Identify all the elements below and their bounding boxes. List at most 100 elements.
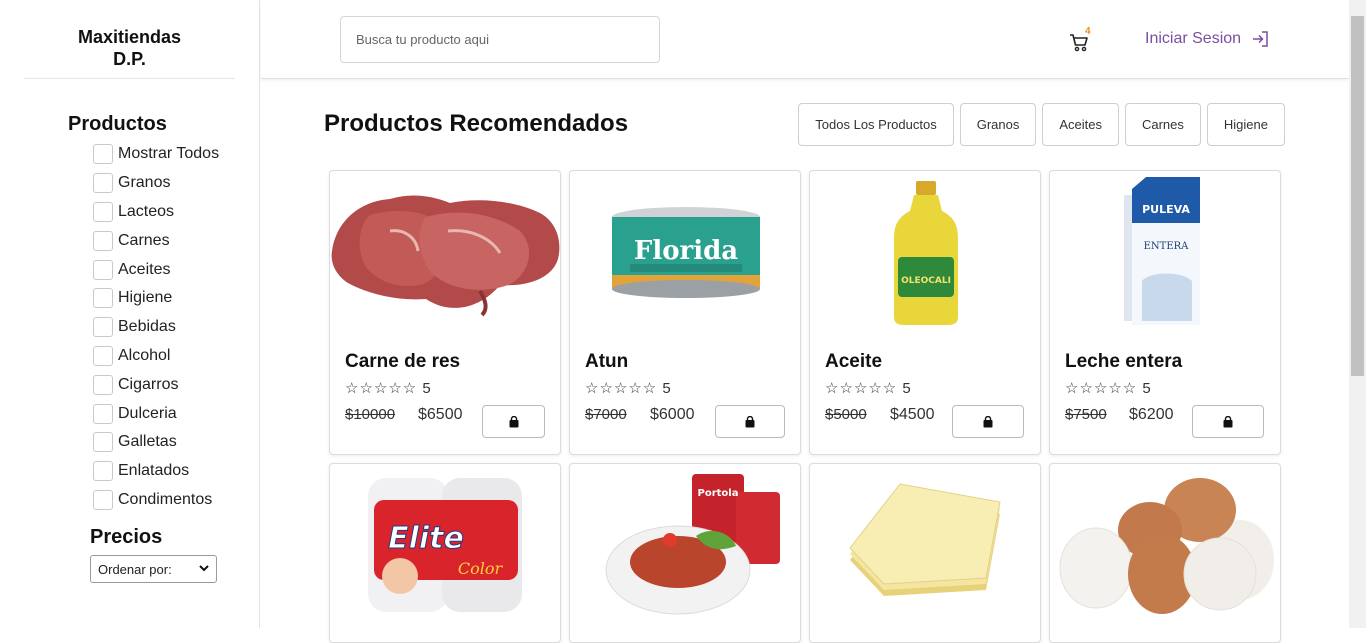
- brand-suffix: D.P.: [113, 49, 146, 69]
- old-price: $7000: [585, 406, 627, 423]
- product-price: $6500: [418, 406, 463, 423]
- category-label: Bebidas: [118, 318, 176, 336]
- category-label: Aceites: [118, 260, 171, 278]
- brand-name: Maxitiendas: [77, 27, 182, 47]
- checkbox[interactable]: [93, 432, 113, 453]
- scrollbar-thumb[interactable]: [1351, 16, 1364, 376]
- checkbox[interactable]: [93, 461, 113, 482]
- category-label: Galletas: [118, 433, 177, 451]
- category-label: Alcohol: [118, 346, 171, 364]
- category-item-bebidas[interactable]: Bebidas: [93, 313, 219, 342]
- product-card[interactable]: OLEOCALI Aceite ☆☆☆☆☆ 5 $5000 $4500: [809, 170, 1041, 455]
- category-label: Dulceria: [118, 404, 177, 422]
- checkbox[interactable]: [93, 173, 113, 194]
- product-rating: ☆☆☆☆☆ 5: [345, 379, 432, 397]
- checkbox[interactable]: [93, 403, 113, 424]
- category-label: Lacteos: [118, 202, 175, 220]
- product-card[interactable]: PULEVA ENTERA Leche entera ☆☆☆☆☆ 5 $7500…: [1049, 170, 1281, 455]
- filter-granos-button[interactable]: Granos: [959, 103, 1037, 146]
- category-item-mostrar-todos[interactable]: Mostrar Todos: [93, 140, 219, 169]
- milk-type: ENTERA: [1144, 241, 1190, 252]
- rating-value: 5: [422, 380, 432, 397]
- filter-carnes-button[interactable]: Carnes: [1124, 103, 1201, 146]
- checkbox[interactable]: [93, 230, 113, 251]
- star-icons: ☆☆☆☆☆: [825, 380, 898, 397]
- star-icons: ☆☆☆☆☆: [1065, 380, 1138, 397]
- sidebar: Maxitiendas D.P. Productos Mostrar Todos…: [0, 0, 260, 628]
- sardine-brand: Portola: [698, 488, 739, 499]
- product-name: Atun: [585, 351, 629, 372]
- old-price: $5000: [825, 406, 867, 423]
- product-rating: ☆☆☆☆☆ 5: [1065, 379, 1152, 397]
- login-link[interactable]: Iniciar Sesion: [1145, 30, 1269, 48]
- add-to-cart-button[interactable]: [1192, 405, 1264, 438]
- product-card[interactable]: [1049, 463, 1281, 643]
- product-image-canned-fish: Portola: [570, 464, 800, 624]
- old-price: $7500: [1065, 406, 1107, 423]
- category-item-aceites[interactable]: Aceites: [93, 255, 219, 284]
- checkbox[interactable]: [93, 259, 113, 280]
- product-image-tuna: Florida: [570, 171, 800, 331]
- product-card[interactable]: [809, 463, 1041, 643]
- shopping-bag-icon: [1223, 415, 1233, 427]
- filter-todos-button[interactable]: Todos Los Productos: [798, 103, 954, 146]
- category-item-galletas[interactable]: Galletas: [93, 428, 219, 457]
- checkbox[interactable]: [93, 288, 113, 309]
- paper-brand: Elite: [388, 521, 464, 556]
- product-name: Aceite: [825, 351, 883, 372]
- products-heading: Productos: [68, 113, 167, 135]
- category-item-enlatados[interactable]: Enlatados: [93, 457, 219, 486]
- tuna-brand: Florida: [634, 236, 738, 266]
- product-image-toilet-paper: Elite Color: [330, 464, 560, 624]
- product-card[interactable]: Carne de res ☆☆☆☆☆ 5 $10000 $6500: [329, 170, 561, 455]
- shopping-bag-icon: [745, 415, 755, 427]
- checkbox[interactable]: [93, 144, 113, 165]
- paper-sub: Color: [458, 559, 504, 578]
- add-to-cart-button[interactable]: [482, 405, 545, 438]
- search-input[interactable]: [340, 16, 660, 63]
- category-item-condimentos[interactable]: Condimentos: [93, 486, 219, 515]
- product-card[interactable]: Elite Color: [329, 463, 561, 643]
- product-image-oil: OLEOCALI: [810, 171, 1040, 331]
- product-rating: ☆☆☆☆☆ 5: [825, 379, 912, 397]
- category-item-cigarros[interactable]: Cigarros: [93, 370, 219, 399]
- milk-brand: PULEVA: [1142, 203, 1190, 216]
- shopping-bag-icon: [983, 415, 993, 427]
- shopping-bag-icon: [509, 415, 518, 427]
- brand-logo[interactable]: Maxitiendas D.P.: [24, 26, 235, 70]
- category-item-dulceria[interactable]: Dulceria: [93, 399, 219, 428]
- product-rating: ☆☆☆☆☆ 5: [585, 379, 672, 397]
- category-item-granos[interactable]: Granos: [93, 169, 219, 198]
- product-price: $6200: [1129, 406, 1174, 423]
- product-name: Leche entera: [1065, 351, 1183, 372]
- category-label: Condimentos: [118, 490, 213, 508]
- category-item-higiene[interactable]: Higiene: [93, 284, 219, 313]
- product-price: $6000: [650, 406, 695, 423]
- login-icon: [1253, 31, 1268, 47]
- add-to-cart-button[interactable]: [715, 405, 785, 438]
- product-card[interactable]: Florida Atun ☆☆☆☆☆ 5 $7000 $6000: [569, 170, 801, 455]
- category-label: Enlatados: [118, 462, 190, 480]
- product-price: $4500: [890, 406, 935, 423]
- sort-select[interactable]: Ordenar por:: [90, 555, 217, 583]
- checkbox[interactable]: [93, 201, 113, 222]
- category-label: Granos: [118, 174, 171, 192]
- star-icons: ☆☆☆☆☆: [585, 380, 658, 397]
- add-to-cart-button[interactable]: [952, 405, 1024, 438]
- star-icons: ☆☆☆☆☆: [345, 380, 418, 397]
- checkbox[interactable]: [93, 345, 113, 366]
- category-list: Mostrar Todos Granos Lacteos Carnes Acei…: [93, 140, 219, 514]
- filter-higiene-button[interactable]: Higiene: [1206, 103, 1285, 146]
- checkbox[interactable]: [93, 374, 113, 395]
- checkbox[interactable]: [93, 317, 113, 338]
- filter-aceites-button[interactable]: Aceites: [1042, 103, 1119, 146]
- category-item-carnes[interactable]: Carnes: [93, 226, 219, 255]
- filter-bar: Todos Los Productos Granos Aceites Carne…: [798, 103, 1285, 146]
- category-item-lacteos[interactable]: Lacteos: [93, 198, 219, 227]
- category-label: Higiene: [118, 289, 173, 307]
- category-label: Mostrar Todos: [118, 145, 220, 163]
- category-item-alcohol[interactable]: Alcohol: [93, 342, 219, 371]
- checkbox[interactable]: [93, 489, 113, 510]
- cart-count-badge: 4: [1085, 26, 1091, 37]
- product-card[interactable]: Portola: [569, 463, 801, 643]
